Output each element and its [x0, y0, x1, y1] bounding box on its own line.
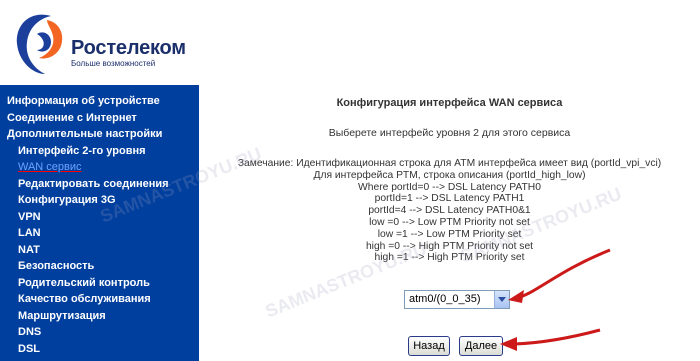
note-line: portId=1 --> DSL Latency PATH1 [374, 193, 525, 205]
sidebar-item-dsl[interactable]: DSL [0, 341, 199, 358]
sidebar-item-qos[interactable]: Качество обслуживания [0, 291, 199, 308]
sidebar-item-nat[interactable]: NAT [0, 242, 199, 259]
note-line: portId=4 --> DSL Latency PATH0&1 [368, 205, 531, 217]
rostelecom-logo-icon [16, 14, 63, 74]
note-line: Where portId=0 --> DSL Latency PATH0 [358, 181, 541, 193]
header: Ростелеком Больше возможностей [0, 0, 700, 83]
back-button[interactable]: Назад [408, 336, 450, 356]
sidebar-menu: Информация об устройстве Соединение с Ин… [0, 85, 199, 357]
note-line: high =0 --> High PTM Priority not set [365, 240, 534, 252]
sidebar-item-routing[interactable]: Маршрутизация [0, 308, 199, 325]
interface-select-value: atm0/(0_0_35) [409, 293, 481, 305]
note-line: low =0 --> Low PTM Priority not set [369, 216, 530, 228]
main-content: Конфигурация интерфейса WAN сервиса Выбе… [199, 85, 700, 361]
note-line: high =1 --> High PTM Priority set [374, 252, 525, 264]
sidebar-item-3g-config[interactable]: Конфигурация 3G [0, 192, 199, 209]
sidebar: Информация об устройстве Соединение с Ин… [0, 85, 199, 361]
note-line: Для интерфейса PTM, строка описания (por… [313, 169, 586, 181]
note-line: low =1 --> Low PTM Priority set [377, 228, 522, 240]
next-button[interactable]: Далее [459, 336, 503, 356]
notes-block: Замечание: Идентификационная строка для … [199, 158, 700, 264]
sidebar-item-wan-service[interactable]: WAN сервис [0, 159, 199, 176]
brand-name: Ростелеком [71, 37, 186, 59]
brand-slogan: Больше возможностей [71, 59, 156, 68]
sidebar-item-device-info[interactable]: Информация об устройстве [0, 93, 199, 110]
sidebar-item-security[interactable]: Безопасность [0, 258, 199, 275]
sidebar-item-dns[interactable]: DNS [0, 324, 199, 341]
interface-select[interactable]: atm0/(0_0_35) [404, 290, 510, 309]
sidebar-item-internet-connection[interactable]: Соединение с Интернет [0, 110, 199, 127]
page-title: Конфигурация интерфейса WAN сервиса [336, 97, 563, 109]
sidebar-item-advanced-settings[interactable]: Дополнительные настройки [0, 126, 199, 143]
sidebar-item-vpn[interactable]: VPN [0, 209, 199, 226]
sidebar-item-lan[interactable]: LAN [0, 225, 199, 242]
sidebar-item-parental-control[interactable]: Родительский контроль [0, 275, 199, 292]
sidebar-item-edit-connections[interactable]: Редактировать соединения [0, 176, 199, 193]
sidebar-item-layer2-interface[interactable]: Интерфейс 2-го уровня [0, 143, 199, 160]
note-line: Замечание: Идентификационная строка для … [237, 158, 662, 169]
page-subtitle: Выберете интерфейс уровня 2 для этого се… [328, 127, 571, 139]
chevron-down-icon[interactable] [494, 291, 509, 308]
